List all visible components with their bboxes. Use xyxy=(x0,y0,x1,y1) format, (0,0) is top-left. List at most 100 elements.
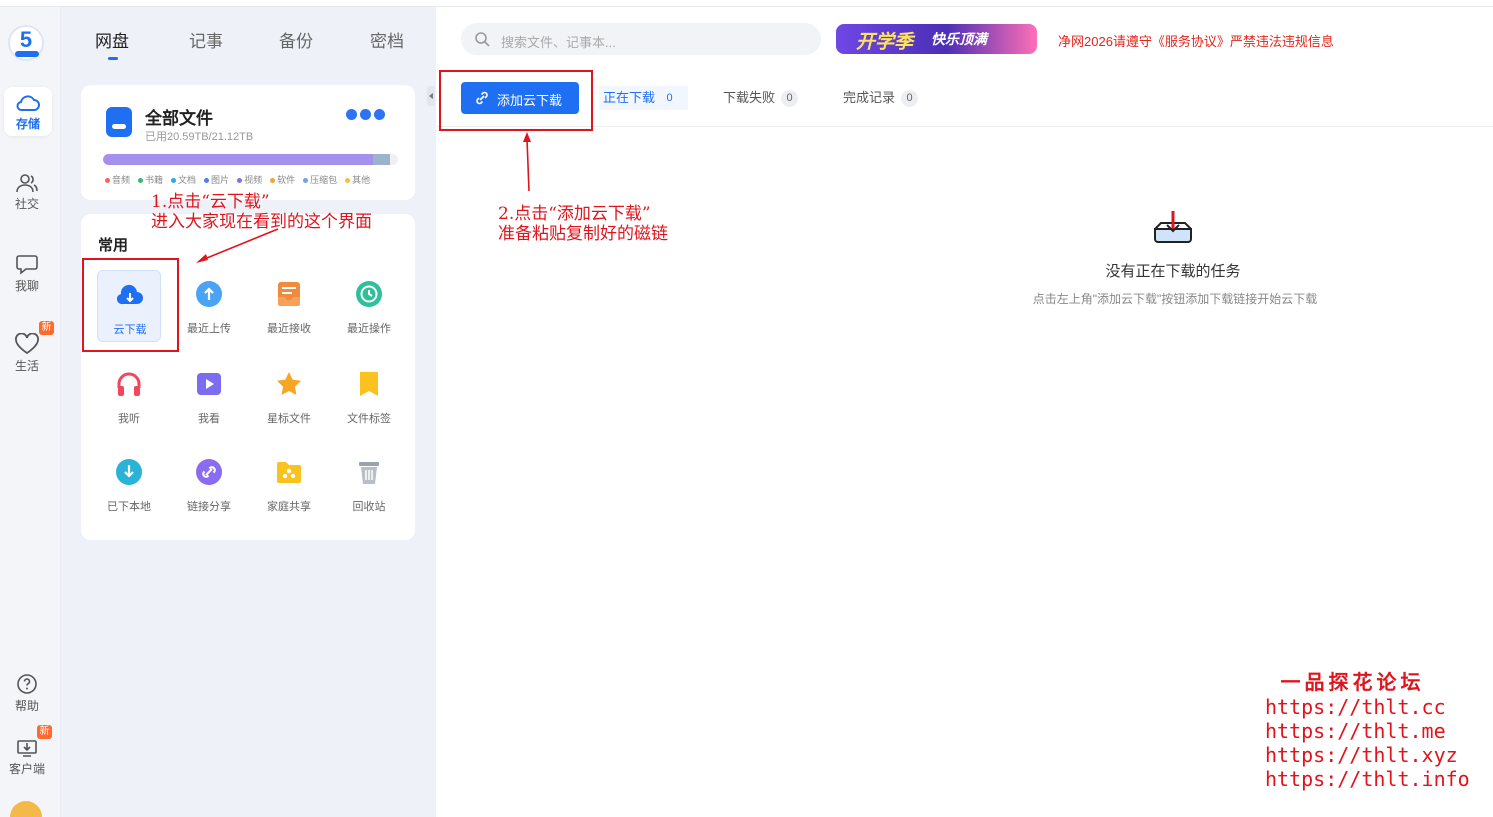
help-icon xyxy=(17,674,37,694)
annotation-box-add-button xyxy=(439,70,593,131)
promo-subtitle: 快乐顶满 xyxy=(931,31,987,47)
heart-icon xyxy=(15,333,39,355)
recycle-bin-item[interactable]: 回收站 xyxy=(337,448,401,520)
downloaded-local-item[interactable]: 已下本地 xyxy=(97,448,161,520)
listen-item[interactable]: 我听 xyxy=(97,360,161,432)
tab-underline xyxy=(108,57,118,60)
tab-downloading-count: 0 xyxy=(666,92,673,104)
legend-label: 视频 xyxy=(244,175,263,185)
more-dots-icon[interactable] xyxy=(346,107,388,125)
legend-label: 压缩包 xyxy=(310,175,338,185)
tab-vault[interactable]: 密档 xyxy=(370,27,404,52)
rail-label-life: 生活 xyxy=(14,359,39,373)
file-tag-label: 文件标签 xyxy=(347,413,391,425)
rail-item-life[interactable]: 生活 xyxy=(2,333,52,374)
collapse-panel-handle[interactable] xyxy=(427,86,435,106)
watch-label: 我看 xyxy=(198,413,220,425)
tab-backup[interactable]: 备份 xyxy=(279,27,313,52)
notice-text[interactable]: 净网2026请遵守《服务协议》严禁违法违规信息 xyxy=(1058,31,1334,50)
family-share-label: 家庭共享 xyxy=(267,501,311,513)
video-icon xyxy=(197,373,221,395)
empty-download-icon xyxy=(1154,211,1192,243)
download-icon xyxy=(116,459,142,485)
tab-downloading[interactable]: 正在下载 0 xyxy=(599,86,689,110)
rail-item-chat[interactable]: 我聊 xyxy=(2,253,52,294)
annotation-step2: 2.点击“添加云下载” 准备粘贴复制好的磁链 xyxy=(498,204,668,244)
family-folder-icon xyxy=(277,462,301,483)
left-rail: 5 存储 社交 我聊 新 生活 帮助 新 客户端 xyxy=(0,7,61,817)
legend-label: 图片 xyxy=(211,175,230,185)
tab-completed[interactable]: 完成记录 0 xyxy=(843,86,919,110)
link-share-item[interactable]: 链接分享 xyxy=(177,448,241,520)
search-icon xyxy=(475,32,490,47)
tab-failed[interactable]: 下载失败 0 xyxy=(723,86,799,110)
storage-used: 已用20.59TB/21.12TB xyxy=(145,131,254,143)
annotation-box-cloud-download xyxy=(82,258,179,352)
starred-label: 星标文件 xyxy=(267,413,311,425)
recycle-bin-label: 回收站 xyxy=(352,501,386,513)
window-top-edge xyxy=(0,0,1493,7)
bookmark-icon xyxy=(360,372,378,396)
drive-icon xyxy=(106,107,132,137)
annotation-step2-line2: 准备粘贴复制好的磁链 xyxy=(498,224,668,244)
legend-item: 音频 xyxy=(105,175,134,185)
watch-item[interactable]: 我看 xyxy=(177,360,241,432)
legend-item: 书籍 xyxy=(138,175,167,185)
rail-item-client[interactable]: 客户端 xyxy=(2,738,52,777)
family-share-item[interactable]: 家庭共享 xyxy=(257,448,321,520)
all-files-card[interactable]: 全部文件 已用20.59TB/21.12TB 音频 书籍 文档 图片 视频 软件 压缩包 其他 xyxy=(81,85,415,200)
file-tag-item[interactable]: 文件标签 xyxy=(337,360,401,432)
people-icon xyxy=(16,174,38,193)
tab-netdisk[interactable]: 网盘 xyxy=(95,27,129,52)
logo-text: 5 xyxy=(19,27,33,52)
rail-item-social[interactable]: 社交 xyxy=(2,173,52,212)
recent-upload-label: 最近上传 xyxy=(187,323,231,335)
storage-legend: 音频 书籍 文档 图片 视频 软件 压缩包 其他 xyxy=(105,173,378,186)
legend-item: 压缩包 xyxy=(303,175,341,185)
legend-label: 其他 xyxy=(352,175,371,185)
legend-label: 音频 xyxy=(112,175,131,185)
recent-action-item[interactable]: 最近操作 xyxy=(337,270,401,342)
headphones-icon xyxy=(117,372,141,396)
legend-item: 视频 xyxy=(237,175,266,185)
toolbar-divider xyxy=(437,126,1493,127)
recent-upload-item[interactable]: 最近上传 xyxy=(177,270,241,342)
rail-item-storage[interactable]: 存储 xyxy=(4,87,52,136)
common-title: 常用 xyxy=(98,237,129,254)
listen-label: 我听 xyxy=(118,413,140,425)
watermark-url: https://thlt.xyz xyxy=(1265,743,1458,767)
recent-receive-label: 最近接收 xyxy=(267,323,311,335)
watermark-url: https://thlt.me xyxy=(1265,719,1446,743)
legend-item: 文档 xyxy=(171,175,200,185)
link-icon xyxy=(196,459,222,485)
rail-item-help[interactable]: 帮助 xyxy=(2,673,52,714)
tab-failed-label: 下载失败 xyxy=(723,90,776,105)
search-box[interactable]: 搜索文件、记事本... xyxy=(461,23,821,55)
storage-bar-other xyxy=(373,154,390,165)
legend-item: 其他 xyxy=(345,175,374,185)
empty-hint: 点击左上角"添加云下载"按钮添加下载链接开始云下载 xyxy=(1032,292,1318,306)
annotation-step2-line1: 2.点击“添加云下载” xyxy=(498,204,651,224)
search-placeholder: 搜索文件、记事本... xyxy=(501,35,616,50)
annotation-arrow-1 xyxy=(196,228,279,263)
promo-banner[interactable]: 开学季 快乐顶满 xyxy=(836,24,1037,54)
recent-receive-item[interactable]: 最近接收 xyxy=(257,270,321,342)
link-share-label: 链接分享 xyxy=(187,501,231,513)
annotation-arrow-2 xyxy=(523,132,531,192)
watermark-title: 一品探花论坛 xyxy=(1280,670,1425,694)
tab-downloading-label: 正在下载 xyxy=(603,90,656,105)
tab-notes[interactable]: 记事 xyxy=(189,27,223,52)
chat-icon xyxy=(16,255,38,275)
download-client-icon xyxy=(17,740,37,757)
empty-title: 没有正在下载的任务 xyxy=(1105,263,1241,280)
avatar[interactable] xyxy=(10,801,42,817)
rail-label-help: 帮助 xyxy=(14,699,39,713)
cloud-icon xyxy=(16,95,40,111)
app-logo[interactable]: 5 xyxy=(8,25,44,61)
logo-ribbon xyxy=(15,51,39,57)
tab-completed-label: 完成记录 xyxy=(843,90,896,105)
legend-item: 图片 xyxy=(204,175,233,185)
starred-item[interactable]: 星标文件 xyxy=(257,360,321,432)
legend-label: 文档 xyxy=(178,175,197,185)
legend-label: 书籍 xyxy=(145,175,164,185)
